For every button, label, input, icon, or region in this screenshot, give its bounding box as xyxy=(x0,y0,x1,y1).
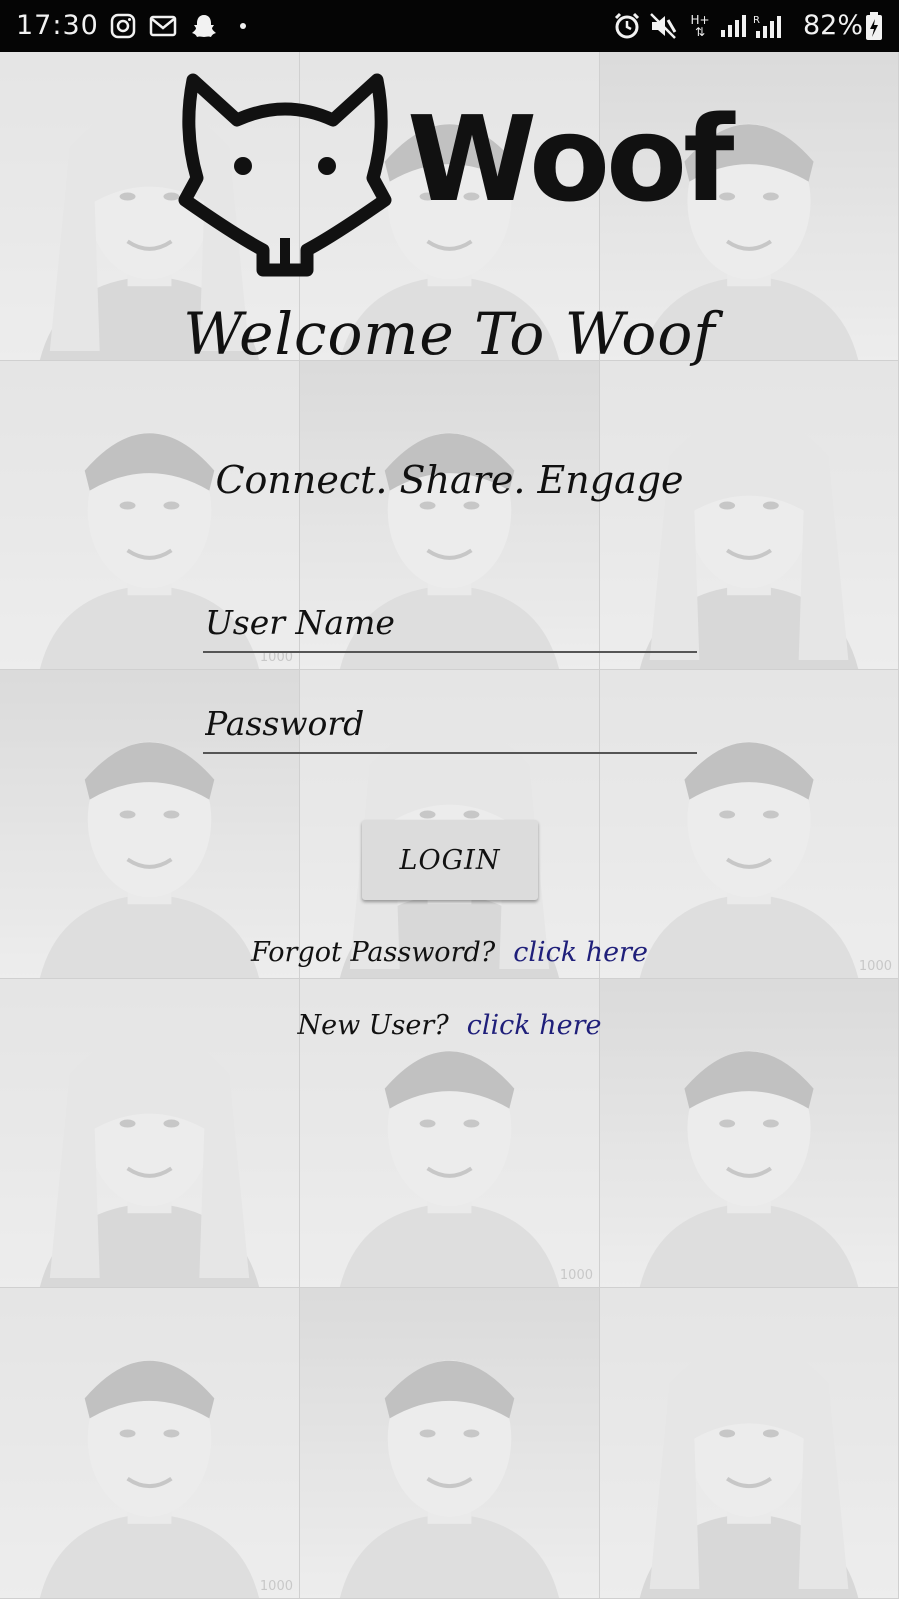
battery-percent: 82% xyxy=(803,10,864,41)
status-bar: 17:30 H+ ⇅ R 82% xyxy=(0,0,899,52)
svg-text:R: R xyxy=(753,15,760,26)
instagram-icon xyxy=(108,11,138,41)
new-user-row: New User? click here xyxy=(0,1010,899,1041)
brand-logo: Woof xyxy=(175,60,735,280)
password-field[interactable] xyxy=(203,694,697,754)
mute-icon xyxy=(648,11,678,41)
tagline: Connect. Share. Engage xyxy=(215,458,684,502)
status-time: 17:30 xyxy=(16,10,99,41)
welcome-title: Welcome To Woof xyxy=(183,300,716,368)
alarm-icon xyxy=(612,11,642,41)
photo-watermark: 1000 xyxy=(559,1268,593,1283)
new-user-link[interactable]: click here xyxy=(467,1010,602,1041)
background-photo-tile: 1000 xyxy=(0,1288,300,1599)
fox-icon xyxy=(178,73,392,277)
new-user-prompt: New User? xyxy=(297,1010,449,1041)
signal-icon xyxy=(718,11,748,41)
gmail-icon xyxy=(148,11,178,41)
snapchat-icon xyxy=(189,11,219,41)
roaming-signal-icon: R xyxy=(752,11,782,41)
battery-icon xyxy=(862,11,886,41)
username-field[interactable] xyxy=(203,593,697,653)
photo-watermark: 1000 xyxy=(259,1579,293,1594)
login-button[interactable]: LOGIN xyxy=(362,820,538,900)
forgot-password-prompt: Forgot Password? xyxy=(251,937,496,968)
logo-text: Woof xyxy=(407,90,734,228)
forgot-password-link[interactable]: click here xyxy=(513,937,648,968)
background-photo-tile xyxy=(600,1288,899,1599)
forgot-password-row: Forgot Password? click here xyxy=(0,937,899,968)
dot-icon xyxy=(236,11,250,41)
background-photo-tile xyxy=(300,1288,600,1599)
data-arrows-icon: H+ ⇅ xyxy=(690,13,710,39)
